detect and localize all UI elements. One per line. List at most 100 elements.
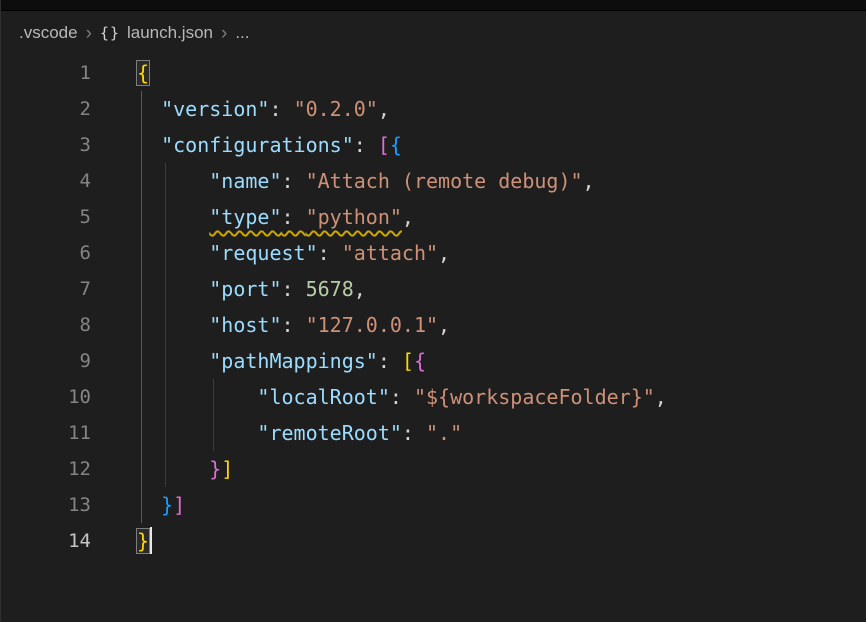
code-editor[interactable]: 1{2 "version": "0.2.0",3 "configurations… <box>1 55 866 559</box>
code-line[interactable]: 12 }] <box>1 451 866 487</box>
line-code: }] <box>91 451 233 487</box>
token: , <box>583 169 595 193</box>
line-number: 3 <box>1 127 91 163</box>
token: : <box>390 385 414 409</box>
token: "port" <box>209 277 281 301</box>
token: , <box>378 97 390 121</box>
line-number: 2 <box>1 91 91 127</box>
token: : <box>354 133 378 157</box>
token: 5678 <box>306 277 354 301</box>
token: "Attach (remote debug)" <box>306 169 583 193</box>
token: ] <box>173 493 185 517</box>
token: : <box>318 241 342 265</box>
line-number: 8 <box>1 307 91 343</box>
token: : <box>282 313 306 337</box>
code-line[interactable]: 4 "name": "Attach (remote debug)", <box>1 163 866 199</box>
token: ] <box>221 457 233 481</box>
line-code: "name": "Attach (remote debug)", <box>91 163 595 199</box>
code-line[interactable]: 7 "port": 5678, <box>1 271 866 307</box>
token: "localRoot" <box>257 385 389 409</box>
token: "remoteRoot" <box>257 421 402 445</box>
line-number: 13 <box>1 487 91 523</box>
token: "request" <box>209 241 317 265</box>
line-code: "host": "127.0.0.1", <box>91 307 450 343</box>
token: { <box>390 133 402 157</box>
line-number: 12 <box>1 451 91 487</box>
token: : <box>402 421 426 445</box>
code-line[interactable]: 1{ <box>1 55 866 91</box>
code-line[interactable]: 11 "remoteRoot": "." <box>1 415 866 451</box>
tab-bar <box>1 0 866 11</box>
line-code: "localRoot": "${workspaceFolder}", <box>91 379 667 415</box>
line-number: 11 <box>1 415 91 451</box>
breadcrumb-symbol-ellipsis[interactable]: ... <box>235 23 249 43</box>
token: "0.2.0" <box>294 97 378 121</box>
token: , <box>402 205 414 229</box>
token: [ <box>378 133 390 157</box>
line-number: 5 <box>1 199 91 235</box>
code-line[interactable]: 3 "configurations": [{ <box>1 127 866 163</box>
code-line[interactable]: 9 "pathMappings": [{ <box>1 343 866 379</box>
token <box>137 349 209 373</box>
token: } <box>137 529 149 553</box>
token <box>137 277 209 301</box>
token: "version" <box>161 97 269 121</box>
token: : <box>378 349 402 373</box>
token: , <box>655 385 667 409</box>
code-line[interactable]: 2 "version": "0.2.0", <box>1 91 866 127</box>
code-lines: 1{2 "version": "0.2.0",3 "configurations… <box>1 55 866 559</box>
breadcrumb-file[interactable]: launch.json <box>127 23 213 43</box>
token: : <box>282 277 306 301</box>
token <box>137 241 209 265</box>
token <box>137 385 257 409</box>
token: "." <box>426 421 462 445</box>
indent-guide <box>141 91 142 523</box>
line-code: "remoteRoot": "." <box>91 415 462 451</box>
line-code: "request": "attach", <box>91 235 450 271</box>
code-line[interactable]: 8 "host": "127.0.0.1", <box>1 307 866 343</box>
line-number: 1 <box>1 55 91 91</box>
token <box>137 169 209 193</box>
token: } <box>209 457 221 481</box>
token: "pathMappings" <box>209 349 378 373</box>
token: , <box>354 277 366 301</box>
line-code: "version": "0.2.0", <box>91 91 390 127</box>
token: "${workspaceFolder}" <box>414 385 655 409</box>
line-number: 6 <box>1 235 91 271</box>
token: , <box>438 241 450 265</box>
vscode-window: .vscode › {} launch.json › ... 1{2 "vers… <box>0 0 866 622</box>
token: "127.0.0.1" <box>306 313 438 337</box>
token: "configurations" <box>161 133 354 157</box>
line-code: { <box>91 55 149 91</box>
code-line[interactable]: 14} <box>1 523 866 559</box>
token: "attach" <box>342 241 438 265</box>
indent-guide <box>165 163 166 487</box>
token: , <box>438 313 450 337</box>
token: "type" <box>209 205 281 229</box>
code-line[interactable]: 6 "request": "attach", <box>1 235 866 271</box>
token <box>137 421 257 445</box>
line-number: 9 <box>1 343 91 379</box>
indent-guide <box>213 379 214 451</box>
line-code: "type": "python", <box>91 199 414 235</box>
token: } <box>161 493 173 517</box>
token: "host" <box>209 313 281 337</box>
token: "name" <box>209 169 281 193</box>
code-line[interactable]: 10 "localRoot": "${workspaceFolder}", <box>1 379 866 415</box>
token <box>137 457 209 481</box>
line-code: "port": 5678, <box>91 271 366 307</box>
json-braces-icon: {} <box>100 24 120 42</box>
code-line[interactable]: 5 "type": "python", <box>1 199 866 235</box>
breadcrumb-folder[interactable]: .vscode <box>19 23 78 43</box>
token: [ <box>402 349 414 373</box>
text-cursor <box>150 527 152 554</box>
line-number: 7 <box>1 271 91 307</box>
line-code: } <box>91 523 152 559</box>
line-number: 4 <box>1 163 91 199</box>
chevron-right-icon: › <box>220 24 228 43</box>
code-line[interactable]: 13 }] <box>1 487 866 523</box>
token <box>137 205 209 229</box>
token: : <box>282 169 306 193</box>
chevron-right-icon: › <box>85 24 93 43</box>
token: { <box>137 61 149 85</box>
